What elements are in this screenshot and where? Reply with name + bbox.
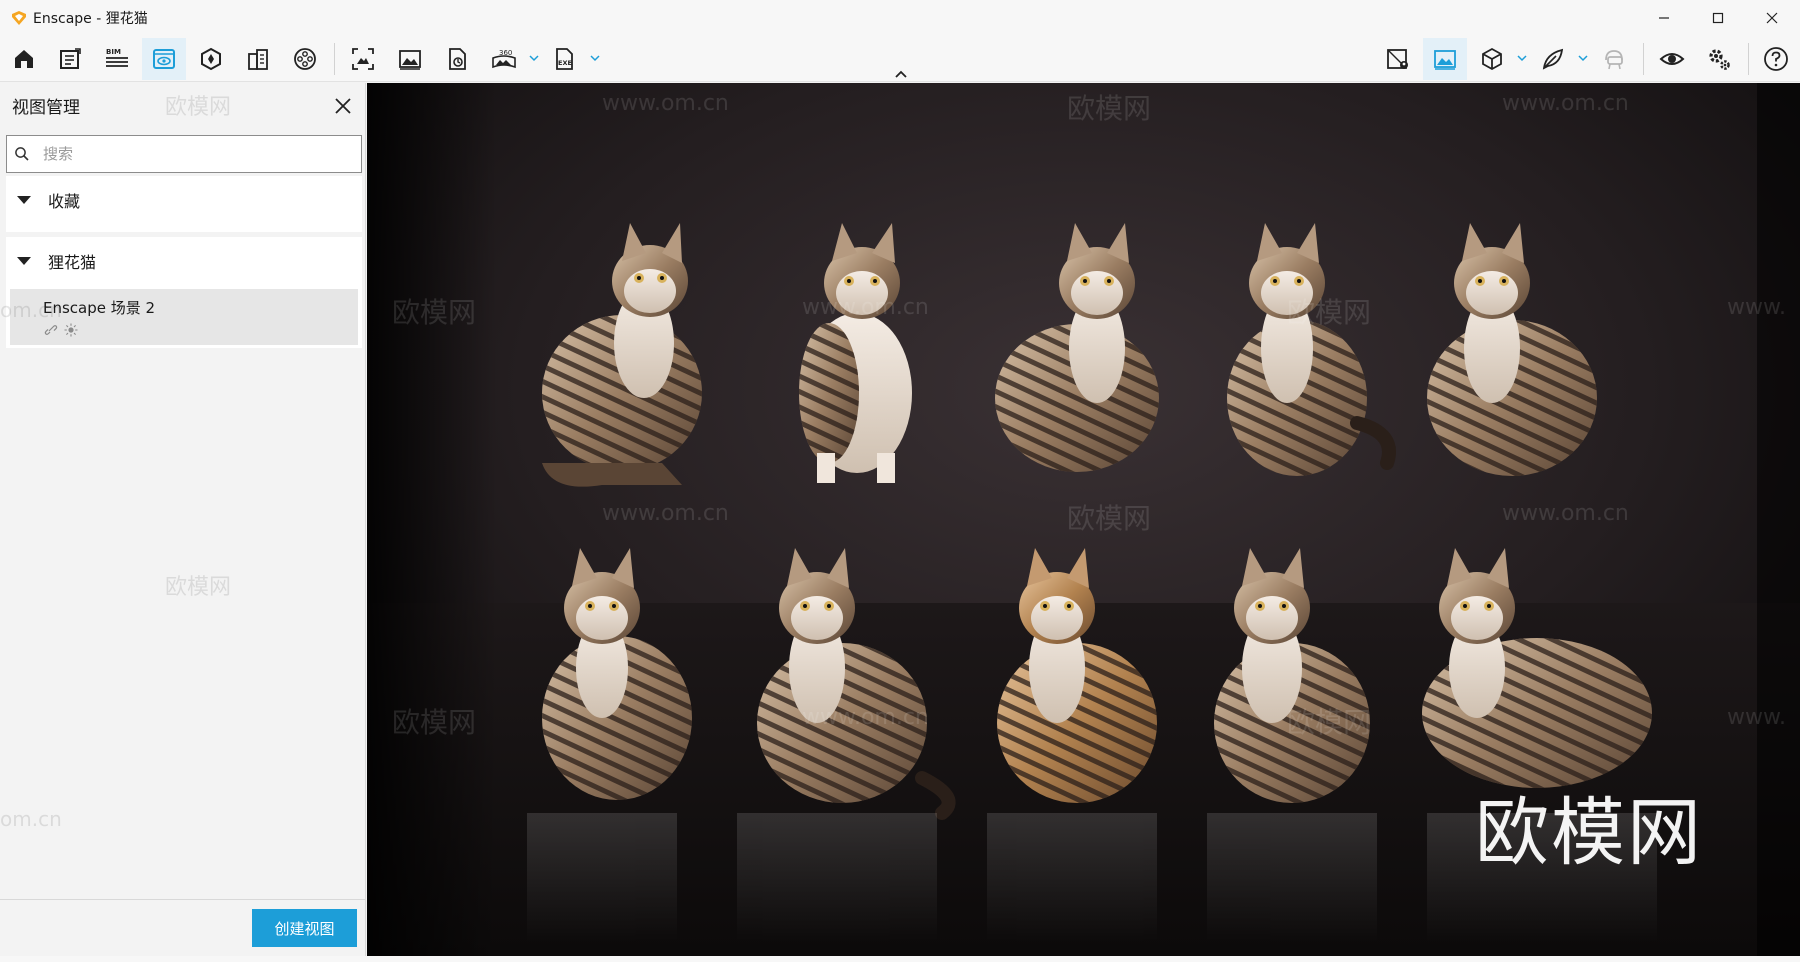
exe-export-button[interactable]: EXE xyxy=(543,38,587,80)
visual-settings-button[interactable] xyxy=(189,38,233,80)
maximize-icon xyxy=(1712,12,1724,24)
asset-library-button[interactable] xyxy=(1531,38,1575,80)
toolbar-divider xyxy=(334,43,335,75)
help-icon xyxy=(1764,47,1788,71)
bim-icon: BIM xyxy=(106,48,128,67)
image-view-button[interactable] xyxy=(1423,38,1467,80)
search-input[interactable] xyxy=(37,137,337,171)
chevron-down-icon xyxy=(529,55,539,62)
maximize-button[interactable] xyxy=(1691,0,1745,36)
export-dropdown[interactable] xyxy=(588,50,602,66)
render-image-button[interactable] xyxy=(388,38,432,80)
map-button[interactable] xyxy=(1376,38,1420,80)
watermark-partial: om.cn xyxy=(0,807,62,831)
view-item-name: Enscape 场景 2 xyxy=(43,299,156,317)
model-cube-button[interactable] xyxy=(1470,38,1514,80)
visibility-button[interactable] xyxy=(1650,38,1694,80)
group-header-favorites[interactable]: 收藏 xyxy=(6,176,362,224)
watermark-brand: 欧模网 xyxy=(165,575,232,600)
search-icon xyxy=(7,136,37,172)
search-box xyxy=(6,135,362,173)
batch-render-button[interactable] xyxy=(435,38,479,80)
brand-logo-text: 欧模网 xyxy=(1475,790,1703,876)
group-favorites: 收藏 xyxy=(6,176,362,232)
watermark-brand: 欧模网 xyxy=(165,95,232,120)
toolbar-divider xyxy=(1643,43,1644,75)
settings-button[interactable] xyxy=(1697,38,1741,80)
panel-footer: 创建视图 xyxy=(0,899,365,956)
notes-icon xyxy=(60,48,81,69)
video-editor-button[interactable] xyxy=(283,38,327,80)
eye-icon xyxy=(1659,53,1685,65)
view-management-panel: 视图管理 收藏 狸花猫 xyxy=(0,83,366,956)
image-view-icon xyxy=(1434,50,1456,70)
batch-render-icon xyxy=(449,48,466,70)
enscape-window: Enscape - 狸花猫 BIM 360 EXE 视图管理 搜索 收藏 狸花猫… xyxy=(0,0,1800,962)
view-management-icon xyxy=(153,49,175,69)
bim-button[interactable]: BIM xyxy=(95,38,139,80)
building-icon xyxy=(248,49,268,70)
image-icon xyxy=(399,50,421,70)
svg-text:EXE: EXE xyxy=(558,59,572,67)
enscape-logo-icon xyxy=(12,11,26,25)
asset-library-icon xyxy=(1542,48,1564,70)
chevron-down-icon xyxy=(590,55,600,62)
cube-icon xyxy=(1482,47,1502,71)
chevron-down-icon xyxy=(1578,55,1588,62)
panorama-dropdown[interactable] xyxy=(527,50,541,66)
asset-dropdown[interactable] xyxy=(1576,50,1590,66)
chevron-down-icon xyxy=(1517,55,1527,62)
vr-button[interactable] xyxy=(1592,38,1636,80)
group-label: 狸花猫 xyxy=(48,253,97,272)
caret-down-icon xyxy=(10,176,38,224)
close-window-button[interactable] xyxy=(1745,0,1799,36)
help-button[interactable] xyxy=(1754,38,1798,80)
panel-title: 视图管理 xyxy=(12,98,80,118)
create-view-button[interactable]: 创建视图 xyxy=(252,909,357,947)
panorama-button[interactable]: 360 xyxy=(482,38,526,80)
group-label: 收藏 xyxy=(48,192,81,211)
render-viewport[interactable]: www.om.cn 欧模网 www.om.cn 欧模网 www.om.cn 欧模… xyxy=(367,83,1800,956)
notes-button[interactable] xyxy=(48,38,92,80)
link-icon xyxy=(43,323,59,337)
minimize-button[interactable] xyxy=(1637,0,1691,36)
sun-icon xyxy=(63,323,79,337)
video-reel-icon xyxy=(294,48,316,70)
close-icon xyxy=(1766,12,1778,24)
window-title: Enscape - 狸花猫 xyxy=(33,11,148,27)
exe-export-icon: EXE xyxy=(556,48,573,70)
map-pin-icon xyxy=(1387,49,1408,69)
group-header-scene[interactable]: 狸花猫 xyxy=(6,237,362,285)
home-button[interactable] xyxy=(2,38,46,80)
view-management-button[interactable] xyxy=(142,38,186,80)
close-icon xyxy=(335,98,351,114)
window-bottom-edge xyxy=(0,956,1800,962)
building-button[interactable] xyxy=(236,38,280,80)
settings-3d-icon xyxy=(201,47,221,71)
vr-headset-icon xyxy=(1605,50,1623,70)
chevron-up-icon xyxy=(895,70,907,78)
title-bar: Enscape - 狸花猫 xyxy=(0,0,1800,36)
gear-icon xyxy=(1709,49,1730,70)
close-panel-button[interactable] xyxy=(330,93,356,119)
minimize-icon xyxy=(1659,17,1669,19)
home-icon xyxy=(15,50,33,68)
panorama-360-icon: 360 xyxy=(492,49,516,69)
caret-down-icon xyxy=(10,237,38,285)
toolbar-divider xyxy=(1748,43,1749,75)
svg-text:BIM: BIM xyxy=(106,48,121,56)
screenshot-icon xyxy=(352,48,374,70)
view-item[interactable]: Enscape 场景 2 xyxy=(10,289,358,345)
collapse-toolbar-toggle[interactable] xyxy=(891,67,911,81)
screenshot-button[interactable] xyxy=(341,38,385,80)
model-dropdown[interactable] xyxy=(1515,50,1529,66)
